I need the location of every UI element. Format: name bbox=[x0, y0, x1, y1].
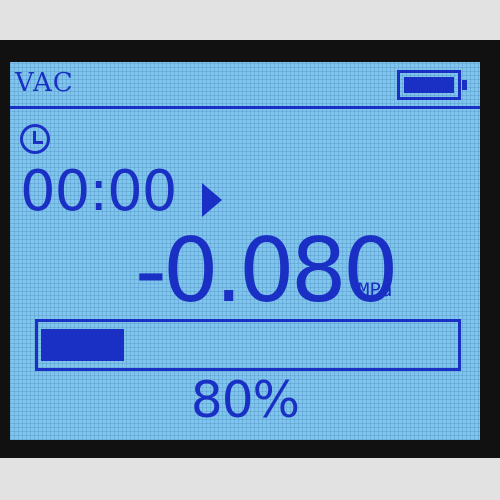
pressure-readout: -0.080 bbox=[135, 219, 399, 322]
progress-percent-label: 80% bbox=[190, 371, 300, 429]
pressure-unit: MPa bbox=[358, 279, 393, 301]
battery-tip bbox=[462, 80, 467, 90]
clock-icon bbox=[20, 124, 50, 154]
progress-bar bbox=[35, 319, 461, 371]
battery-fill bbox=[404, 77, 454, 93]
progress-bar-fill bbox=[41, 329, 124, 361]
clock-hand-minute bbox=[33, 141, 43, 144]
battery-full-icon bbox=[397, 70, 467, 100]
mode-label: VAC bbox=[15, 68, 74, 98]
header-divider bbox=[10, 106, 480, 109]
timer-readout: 00:00 bbox=[20, 159, 177, 224]
play-icon bbox=[202, 183, 222, 217]
lcd-screen: VAC 00:00 -0.080 MPa 80% bbox=[10, 62, 480, 440]
